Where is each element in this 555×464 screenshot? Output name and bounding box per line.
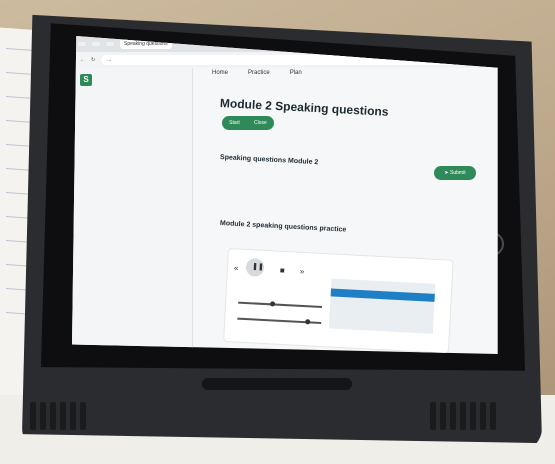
forward-icon[interactable]: » — [300, 267, 305, 276]
progress-knob[interactable] — [270, 301, 276, 307]
pause-icon: ❚❚ — [251, 263, 264, 271]
stop-icon[interactable]: ■ — [280, 266, 285, 275]
tablet-screen: Speaking questions ← ↻ ... S Home Practi… — [72, 36, 498, 354]
start-button[interactable]: Start — [229, 120, 240, 126]
pencil-slot — [202, 378, 352, 390]
submit-button[interactable]: ➤ Submit — [434, 166, 476, 180]
sidebar: S — [72, 68, 193, 354]
send-icon: ➤ — [444, 170, 449, 176]
audio-player: « ❚❚ ■ » — [223, 248, 454, 354]
progress-slider[interactable] — [238, 301, 323, 309]
app-logo: S — [80, 74, 92, 86]
close-button[interactable]: Close — [254, 120, 267, 126]
browser-tab[interactable] — [78, 42, 86, 46]
nav-home[interactable]: Home — [212, 70, 228, 76]
case-vent-left — [30, 402, 86, 430]
volume-knob[interactable] — [305, 319, 311, 325]
top-nav: Home Practice Plan — [212, 70, 302, 76]
instructions-text — [220, 190, 460, 203]
browser-tab[interactable] — [106, 42, 114, 46]
nav-plan[interactable]: Plan — [290, 70, 302, 76]
transcript-panel — [328, 278, 436, 334]
practice-heading: Module 2 speaking questions practice — [219, 220, 347, 234]
section-heading: Speaking questions Module 2 — [219, 154, 319, 167]
nav-practice[interactable]: Practice — [248, 70, 270, 76]
case-vent-right — [430, 402, 496, 430]
back-icon[interactable]: ← — [80, 57, 85, 63]
browser-tab[interactable] — [92, 42, 100, 46]
mode-toggle: Start Close — [222, 116, 274, 130]
refresh-icon[interactable]: ↻ — [91, 57, 95, 63]
rewind-icon[interactable]: « — [234, 263, 239, 272]
